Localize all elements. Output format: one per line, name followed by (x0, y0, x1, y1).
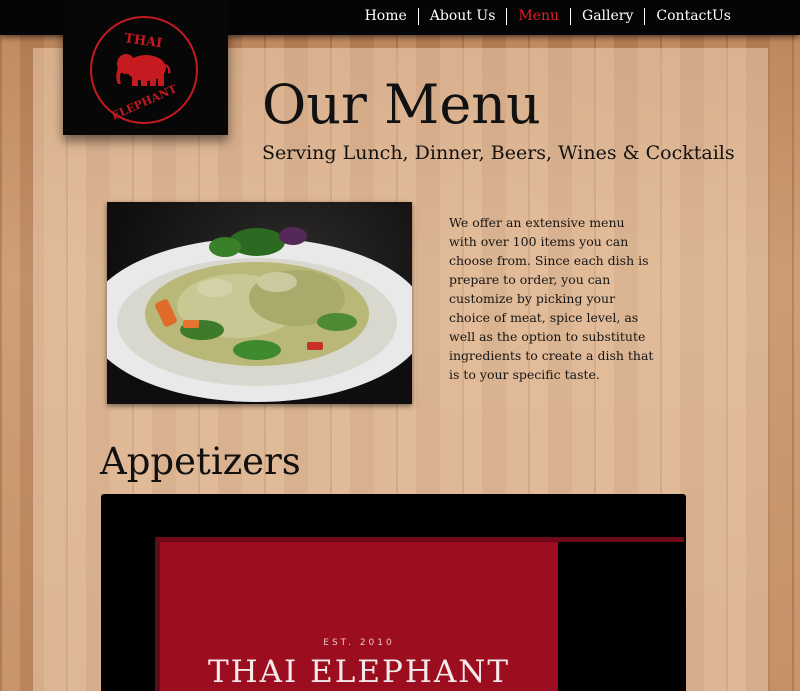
logo[interactable]: THAI ELEPHANT (63, 0, 228, 135)
thai-elephant-logo-icon: THAI ELEPHANT (90, 16, 198, 124)
nav-contact-link[interactable]: ContactUs (644, 8, 742, 25)
nav-about-link[interactable]: About Us (417, 8, 507, 25)
page-subtitle: Serving Lunch, Dinner, Beers, Wines & Co… (262, 142, 735, 164)
svg-text:THAI: THAI (123, 31, 163, 51)
embed-est-label: EST. 2010 (323, 638, 395, 648)
nav-menu-link[interactable]: Menu (506, 8, 570, 25)
green-curry-dish-image (107, 227, 412, 402)
page-title: Our Menu (262, 73, 541, 136)
nav-gallery-link[interactable]: Gallery (570, 8, 644, 25)
embed-title-card: EST. 2010 THAI ELEPHANT (155, 537, 558, 691)
menu-video-embed[interactable]: EST. 2010 THAI ELEPHANT (101, 494, 686, 691)
nav-home-link[interactable]: Home (354, 8, 418, 25)
menu-description: We offer an extensive menu with over 100… (449, 215, 654, 382)
section-heading-appetizers: Appetizers (100, 440, 301, 483)
embed-restaurant-name: THAI ELEPHANT (207, 654, 511, 690)
food-photo (107, 202, 412, 404)
elephant-icon (116, 54, 171, 86)
main-nav: Home About Us Menu Gallery ContactUs (354, 8, 742, 25)
embed-accent-strip (553, 537, 684, 542)
